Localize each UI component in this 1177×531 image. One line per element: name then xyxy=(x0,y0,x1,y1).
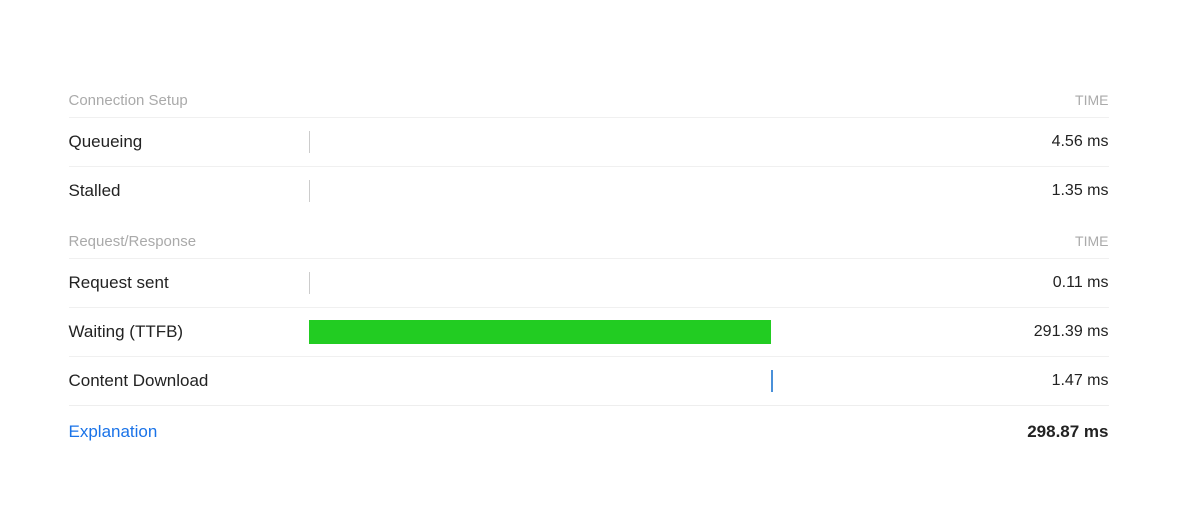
explanation-link[interactable]: Explanation xyxy=(69,422,158,442)
stalled-bar-area xyxy=(309,177,989,205)
request-sent-bar-area xyxy=(309,269,989,297)
content-download-label: Content Download xyxy=(69,371,289,391)
content-download-row: Content Download 1.47 ms xyxy=(69,356,1109,405)
stalled-time: 1.35 ms xyxy=(1009,182,1109,200)
connection-setup-header: Connection Setup TIME xyxy=(69,82,1109,117)
request-sent-time: 0.11 ms xyxy=(1009,274,1109,292)
connection-setup-label: Connection Setup xyxy=(69,92,188,109)
request-sent-row: Request sent 0.11 ms xyxy=(69,258,1109,307)
ttfb-bar xyxy=(309,320,771,344)
ttfb-time: 291.39 ms xyxy=(1009,323,1109,341)
request-response-header: Request/Response TIME xyxy=(69,223,1109,258)
timing-panel: Connection Setup TIME Queueing 4.56 ms S… xyxy=(39,62,1139,470)
content-download-time: 1.47 ms xyxy=(1009,372,1109,390)
request-sent-label: Request sent xyxy=(69,273,289,293)
request-response-label: Request/Response xyxy=(69,233,197,250)
total-time: 298.87 ms xyxy=(1027,422,1108,442)
queueing-tick xyxy=(309,131,310,153)
connection-setup-time-header: TIME xyxy=(1075,92,1108,108)
ttfb-row: Waiting (TTFB) 291.39 ms xyxy=(69,307,1109,356)
ttfb-label: Waiting (TTFB) xyxy=(69,322,289,342)
stalled-label: Stalled xyxy=(69,181,289,201)
queueing-bar-area xyxy=(309,128,989,156)
queueing-row: Queueing 4.56 ms xyxy=(69,117,1109,166)
stalled-row: Stalled 1.35 ms xyxy=(69,166,1109,215)
request-sent-tick xyxy=(309,272,310,294)
footer-row: Explanation 298.87 ms xyxy=(69,405,1109,450)
request-response-time-header: TIME xyxy=(1075,233,1108,249)
queueing-time: 4.56 ms xyxy=(1009,133,1109,151)
content-download-bar-area xyxy=(309,367,989,395)
stalled-tick xyxy=(309,180,310,202)
queueing-label: Queueing xyxy=(69,132,289,152)
ttfb-bar-area xyxy=(309,318,989,346)
content-download-tick xyxy=(771,370,773,392)
